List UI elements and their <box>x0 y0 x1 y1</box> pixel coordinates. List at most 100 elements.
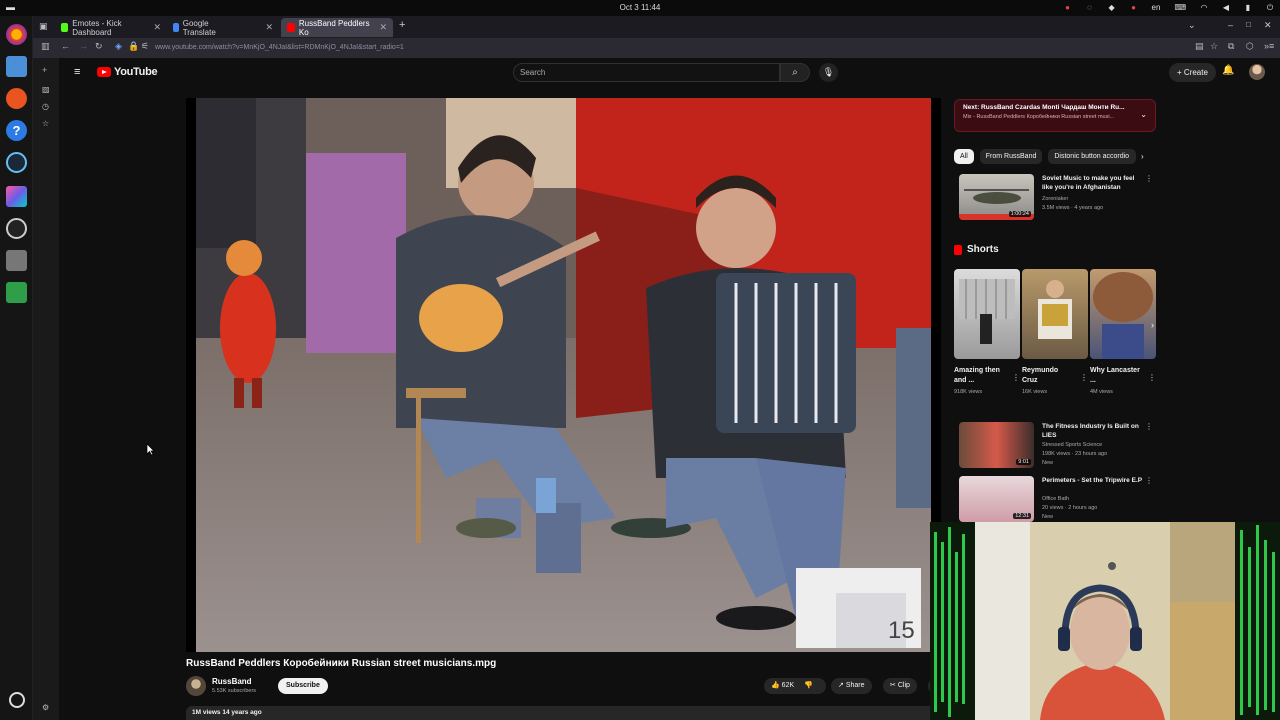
rec-channel[interactable]: Office Bath <box>1042 496 1152 502</box>
tray-keyboard-icon[interactable]: ⌨ <box>1174 3 1186 13</box>
recommended-video[interactable]: 1:00:24 Soviet Music to make you feel li… <box>954 174 1159 224</box>
tab-close-icon[interactable]: ✕ <box>265 22 273 33</box>
more-options-icon[interactable]: ⋮ <box>1012 373 1020 382</box>
minimize-icon[interactable]: – <box>1228 20 1233 30</box>
more-options-icon[interactable]: ⋮ <box>1145 476 1153 485</box>
channel-name[interactable]: RussBand <box>212 677 252 686</box>
youtube-logo[interactable]: YouTube <box>97 66 158 78</box>
hamburger-menu-icon[interactable]: ≡ <box>74 66 80 78</box>
tray-lang[interactable]: en <box>1152 3 1161 13</box>
tray-sync-icon[interactable]: ◌ <box>1086 3 1094 13</box>
short-views: 918K views <box>954 389 983 395</box>
lock-icon[interactable]: 🔒 <box>128 41 139 52</box>
video-thumbnail[interactable]: 1:00:24 <box>959 174 1034 220</box>
steam-icon[interactable] <box>6 152 27 173</box>
rec-channel[interactable]: Zoreniaker <box>1042 196 1152 202</box>
new-tab-icon[interactable]: + <box>399 19 405 31</box>
firefox-icon[interactable] <box>6 24 27 45</box>
sidebar-toggle-icon[interactable]: ▥ <box>41 41 50 52</box>
chip-all[interactable]: All <box>954 149 974 164</box>
battery-icon[interactable]: ▮ <box>1244 3 1252 13</box>
share-button[interactable]: ↗ Share <box>831 678 872 694</box>
chip-related[interactable]: Distonic button accordio <box>1048 149 1137 164</box>
video-thumbnail[interactable]: 9:01 <box>959 422 1034 468</box>
tab-google-translate[interactable]: Google Translate ✕ <box>167 18 279 37</box>
clip-button[interactable]: ✂ Clip <box>883 678 917 694</box>
short-item[interactable]: Amazing then and ... 918K views ⋮ <box>954 269 1020 395</box>
search-input[interactable]: Search <box>513 63 780 82</box>
voice-search-button[interactable]: 🎙 <box>819 63 838 82</box>
short-thumbnail[interactable] <box>1022 269 1088 359</box>
like-icon[interactable]: 👍 <box>771 682 780 689</box>
tab-overview-icon[interactable]: ▣ <box>39 21 48 32</box>
sidebar-history-icon[interactable]: ▨ <box>42 85 50 94</box>
create-button[interactable]: + Create <box>1169 63 1216 82</box>
views-date: 1M views 14 years ago <box>192 709 262 716</box>
dislike-icon[interactable]: 👎 <box>804 682 813 689</box>
sidebar-settings-icon[interactable]: ⚙ <box>42 703 49 712</box>
more-options-icon[interactable]: ⋮ <box>1148 373 1156 382</box>
more-options-icon[interactable]: ⋮ <box>1145 174 1153 183</box>
files-icon[interactable] <box>6 56 27 77</box>
video-description[interactable]: 1M views 14 years ago <box>186 706 946 720</box>
rec-channel[interactable]: Stressed Sports Science <box>1042 442 1152 448</box>
browser-sidebar: + ▨ ◷ ☆ ⚙ <box>33 58 59 720</box>
app-menu-icon[interactable]: ≡ <box>1269 41 1274 51</box>
close-window-icon[interactable]: ✕ <box>1264 20 1272 31</box>
color-app-icon[interactable] <box>6 186 27 207</box>
shield-icon[interactable]: ◈ <box>115 41 122 52</box>
account-avatar[interactable] <box>1249 64 1265 80</box>
tab-list-icon[interactable]: ⌄ <box>1188 20 1196 31</box>
short-thumbnail[interactable] <box>954 269 1020 359</box>
tray-shield-icon[interactable]: ◆ <box>1108 3 1116 13</box>
recommended-video[interactable]: 12:31 Perimeters - Set the Tripwire E.P … <box>954 476 1159 526</box>
sidebar-clock-icon[interactable]: ◷ <box>42 102 49 111</box>
url-bar[interactable]: www.youtube.com/watch?v=MnKjO_4NJaI&list… <box>145 41 1185 55</box>
subscribe-button[interactable]: Subscribe <box>278 678 328 694</box>
chevron-right-icon[interactable]: › <box>1141 152 1144 161</box>
search-button[interactable]: ⌕ <box>780 63 810 82</box>
trash-icon[interactable] <box>6 282 27 303</box>
show-apps-icon[interactable] <box>9 692 25 708</box>
app-center-icon[interactable] <box>6 88 27 109</box>
short-item[interactable]: Why Lancaster ... 4M views ⋮ <box>1090 269 1156 395</box>
back-icon[interactable]: ← <box>61 41 70 51</box>
chevron-down-icon[interactable]: ⌄ <box>1140 110 1147 119</box>
recommended-video[interactable]: 9:01 The Fitness Industry Is Built on LI… <box>954 422 1159 472</box>
more-options-icon[interactable]: ⋮ <box>1145 422 1153 431</box>
power-icon[interactable]: ⏻ <box>1266 3 1274 13</box>
obs-icon[interactable] <box>6 218 27 239</box>
maximize-icon[interactable]: □ <box>1246 20 1251 29</box>
help-icon[interactable]: ? <box>6 120 27 141</box>
short-thumbnail[interactable] <box>1090 269 1156 359</box>
tray-record-icon[interactable]: ● <box>1130 3 1138 13</box>
sidebar-add-icon[interactable]: + <box>42 65 47 75</box>
tab-youtube-video[interactable]: RussBand Peddlers Ko ✕ <box>281 18 393 37</box>
volume-icon[interactable]: ◀ <box>1222 3 1230 13</box>
channel-avatar[interactable] <box>186 676 206 696</box>
tab-close-icon[interactable]: ✕ <box>153 22 161 33</box>
video-thumbnail[interactable]: 12:31 <box>959 476 1034 522</box>
more-options-icon[interactable]: ⋮ <box>1080 373 1088 382</box>
tab-kick-dashboard[interactable]: Emotes - Kick Dashboard ✕ <box>55 18 167 37</box>
translate-favicon-icon <box>173 23 179 32</box>
tab-close-icon[interactable]: ✕ <box>379 22 387 33</box>
bookmark-icon[interactable]: ☆ <box>1210 41 1218 52</box>
shorts-next-icon[interactable]: › <box>1151 320 1154 330</box>
sidebar-star-icon[interactable]: ☆ <box>42 119 49 128</box>
youtube-favicon-icon <box>287 23 295 32</box>
reader-icon[interactable]: ▤ <box>1195 41 1204 52</box>
tray-app-icon[interactable]: ● <box>1064 3 1072 13</box>
extensions-icon[interactable]: ⧉ <box>1228 41 1234 52</box>
up-next-mix-card[interactable]: Next: RussBand Czardas Monti Чардаш Монт… <box>954 99 1156 132</box>
container-icon[interactable]: ⬡ <box>1246 41 1254 52</box>
video-player[interactable]: 15 <box>186 98 941 652</box>
short-item[interactable]: Reymundo Cruz 16K views ⋮ <box>1022 269 1088 395</box>
reload-icon[interactable]: ↻ <box>95 41 103 52</box>
drive-icon[interactable] <box>6 250 27 271</box>
chip-from-channel[interactable]: From RussBand <box>979 149 1043 164</box>
forward-icon[interactable]: → <box>79 41 88 51</box>
wifi-icon[interactable]: ◠ <box>1200 3 1208 13</box>
notifications-bell-icon[interactable]: 🔔 <box>1222 65 1234 76</box>
like-count[interactable]: 62K <box>782 682 794 689</box>
